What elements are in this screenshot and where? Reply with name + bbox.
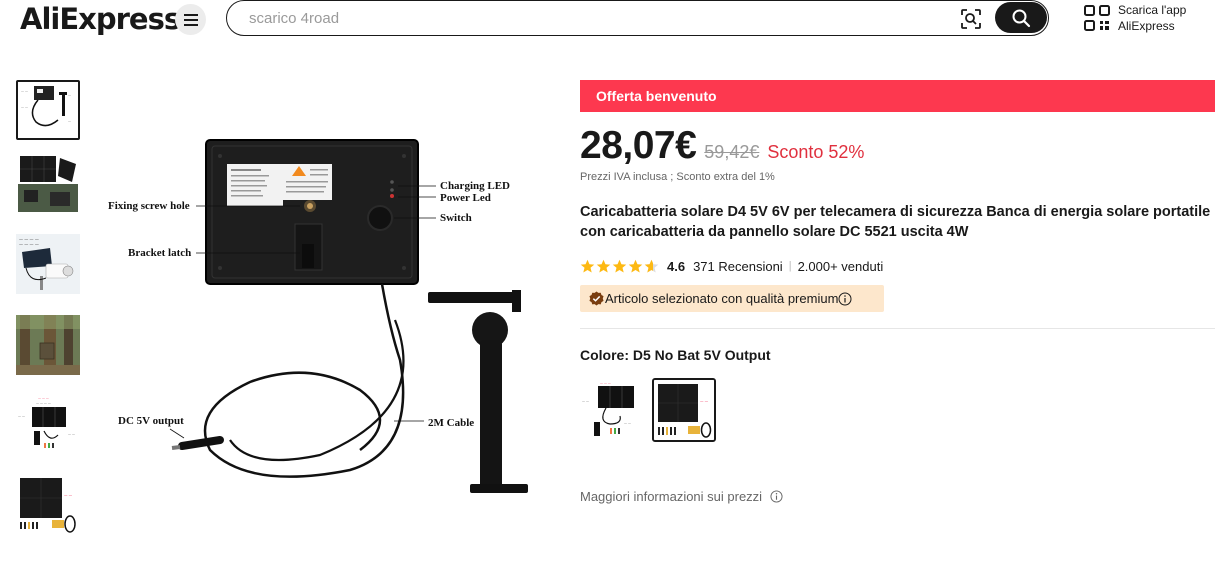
- product-title: Caricabatteria solare D4 5V 6V per telec…: [580, 204, 1211, 240]
- top-header: AliExpress Scarica l'app Al: [0, 0, 1223, 38]
- more-price-info[interactable]: Maggiori informazioni sui prezzi: [580, 489, 783, 504]
- star-icon: [596, 259, 611, 272]
- svg-text:— —: — —: [624, 421, 631, 425]
- star-icon: [628, 259, 643, 272]
- rating-row: 4.6 371 Recensioni | 2.000+ venduti: [580, 257, 883, 275]
- app-line-1: Scarica l'app: [1118, 3, 1187, 17]
- svg-text:— —: — —: [18, 414, 25, 418]
- svg-text:— — —: — — —: [600, 381, 611, 385]
- svg-text:— —: — —: [64, 493, 73, 497]
- separator: |: [788, 260, 792, 272]
- more-info-text: Maggiori informazioni sui prezzi: [580, 489, 763, 504]
- star-rating: [580, 259, 659, 274]
- info-icon[interactable]: [770, 490, 783, 503]
- svg-text:—: —: [68, 119, 71, 123]
- svg-text:— —: — —: [582, 399, 589, 403]
- current-price: 28,07€: [580, 124, 697, 167]
- color-label: Colore: D5 No Bat 5V Output: [580, 347, 771, 363]
- thumbnail-2[interactable]: [16, 154, 80, 214]
- color-option-2[interactable]: — —: [652, 378, 716, 442]
- welcome-offer-banner: Offerta benvenuto: [580, 80, 1215, 112]
- svg-text:— — — —: — — — —: [19, 242, 39, 247]
- label-switch: Switch: [440, 212, 472, 224]
- thumbnail-5[interactable]: — — — — — — — — — — —: [16, 395, 80, 455]
- premium-quality-badge[interactable]: Articolo selezionato con qualità premium: [580, 285, 884, 312]
- search-input[interactable]: [249, 8, 949, 28]
- menu-button[interactable]: [175, 4, 206, 35]
- main-product-image[interactable]: Charging LED Power Led Switch Fixing scr…: [100, 120, 550, 520]
- divider: [580, 328, 1215, 329]
- svg-text:— — —: — — —: [38, 396, 49, 400]
- svg-text:— —: — —: [700, 399, 709, 403]
- svg-text:—: —: [68, 93, 71, 97]
- search-button[interactable]: [995, 2, 1047, 33]
- discount-label: Sconto 52%: [767, 142, 865, 162]
- vat-note: Prezzi IVA inclusa ; Sconto extra del 1%: [580, 171, 775, 183]
- aliexpress-logo[interactable]: AliExpress: [20, 2, 181, 36]
- app-line-2: AliExpress: [1118, 19, 1175, 33]
- qr-code-icon[interactable]: [1084, 5, 1110, 31]
- svg-text:— —: — —: [21, 105, 28, 109]
- verified-badge-icon: [589, 291, 604, 306]
- rating-value: 4.6: [667, 258, 686, 274]
- original-price: 59,42€: [704, 142, 760, 162]
- color-option-1[interactable]: — — — — — — —: [580, 378, 644, 442]
- label-cable: 2M Cable: [428, 417, 474, 429]
- label-power-led: Power Led: [440, 192, 491, 204]
- thumbnail-4[interactable]: [16, 315, 80, 375]
- hamburger-icon: [183, 13, 198, 26]
- svg-text:— —: — —: [21, 89, 28, 93]
- price-row: 28,07€ 59,42€ Sconto 52%: [580, 124, 864, 168]
- label-fixing-screw: Fixing screw hole: [108, 200, 190, 212]
- label-bracket-latch: Bracket latch: [128, 247, 191, 259]
- svg-text:— —: — —: [68, 432, 75, 436]
- thumbnail-6[interactable]: — —: [16, 476, 80, 536]
- thumbnail-3[interactable]: — — — — — — — —: [16, 234, 80, 294]
- label-charging-led: Charging LED: [440, 180, 510, 192]
- info-icon[interactable]: [838, 292, 852, 306]
- svg-text:— — — —: — — — —: [36, 401, 51, 405]
- search-bar: [226, 0, 1049, 36]
- label-dc-output: DC 5V output: [118, 415, 184, 427]
- star-half-icon: [644, 259, 659, 272]
- premium-text: Articolo selezionato con qualità premium: [605, 291, 839, 306]
- reviews-link[interactable]: 371 Recensioni: [693, 259, 783, 274]
- star-icon: [580, 259, 595, 272]
- star-icon: [612, 259, 627, 272]
- search-icon: [1012, 9, 1031, 27]
- thumbnail-1[interactable]: — — — — — —: [16, 80, 80, 140]
- sold-count: 2.000+ venduti: [797, 258, 884, 274]
- image-search-icon[interactable]: [960, 8, 982, 30]
- download-app-link[interactable]: Scarica l'app AliExpress: [1118, 2, 1186, 34]
